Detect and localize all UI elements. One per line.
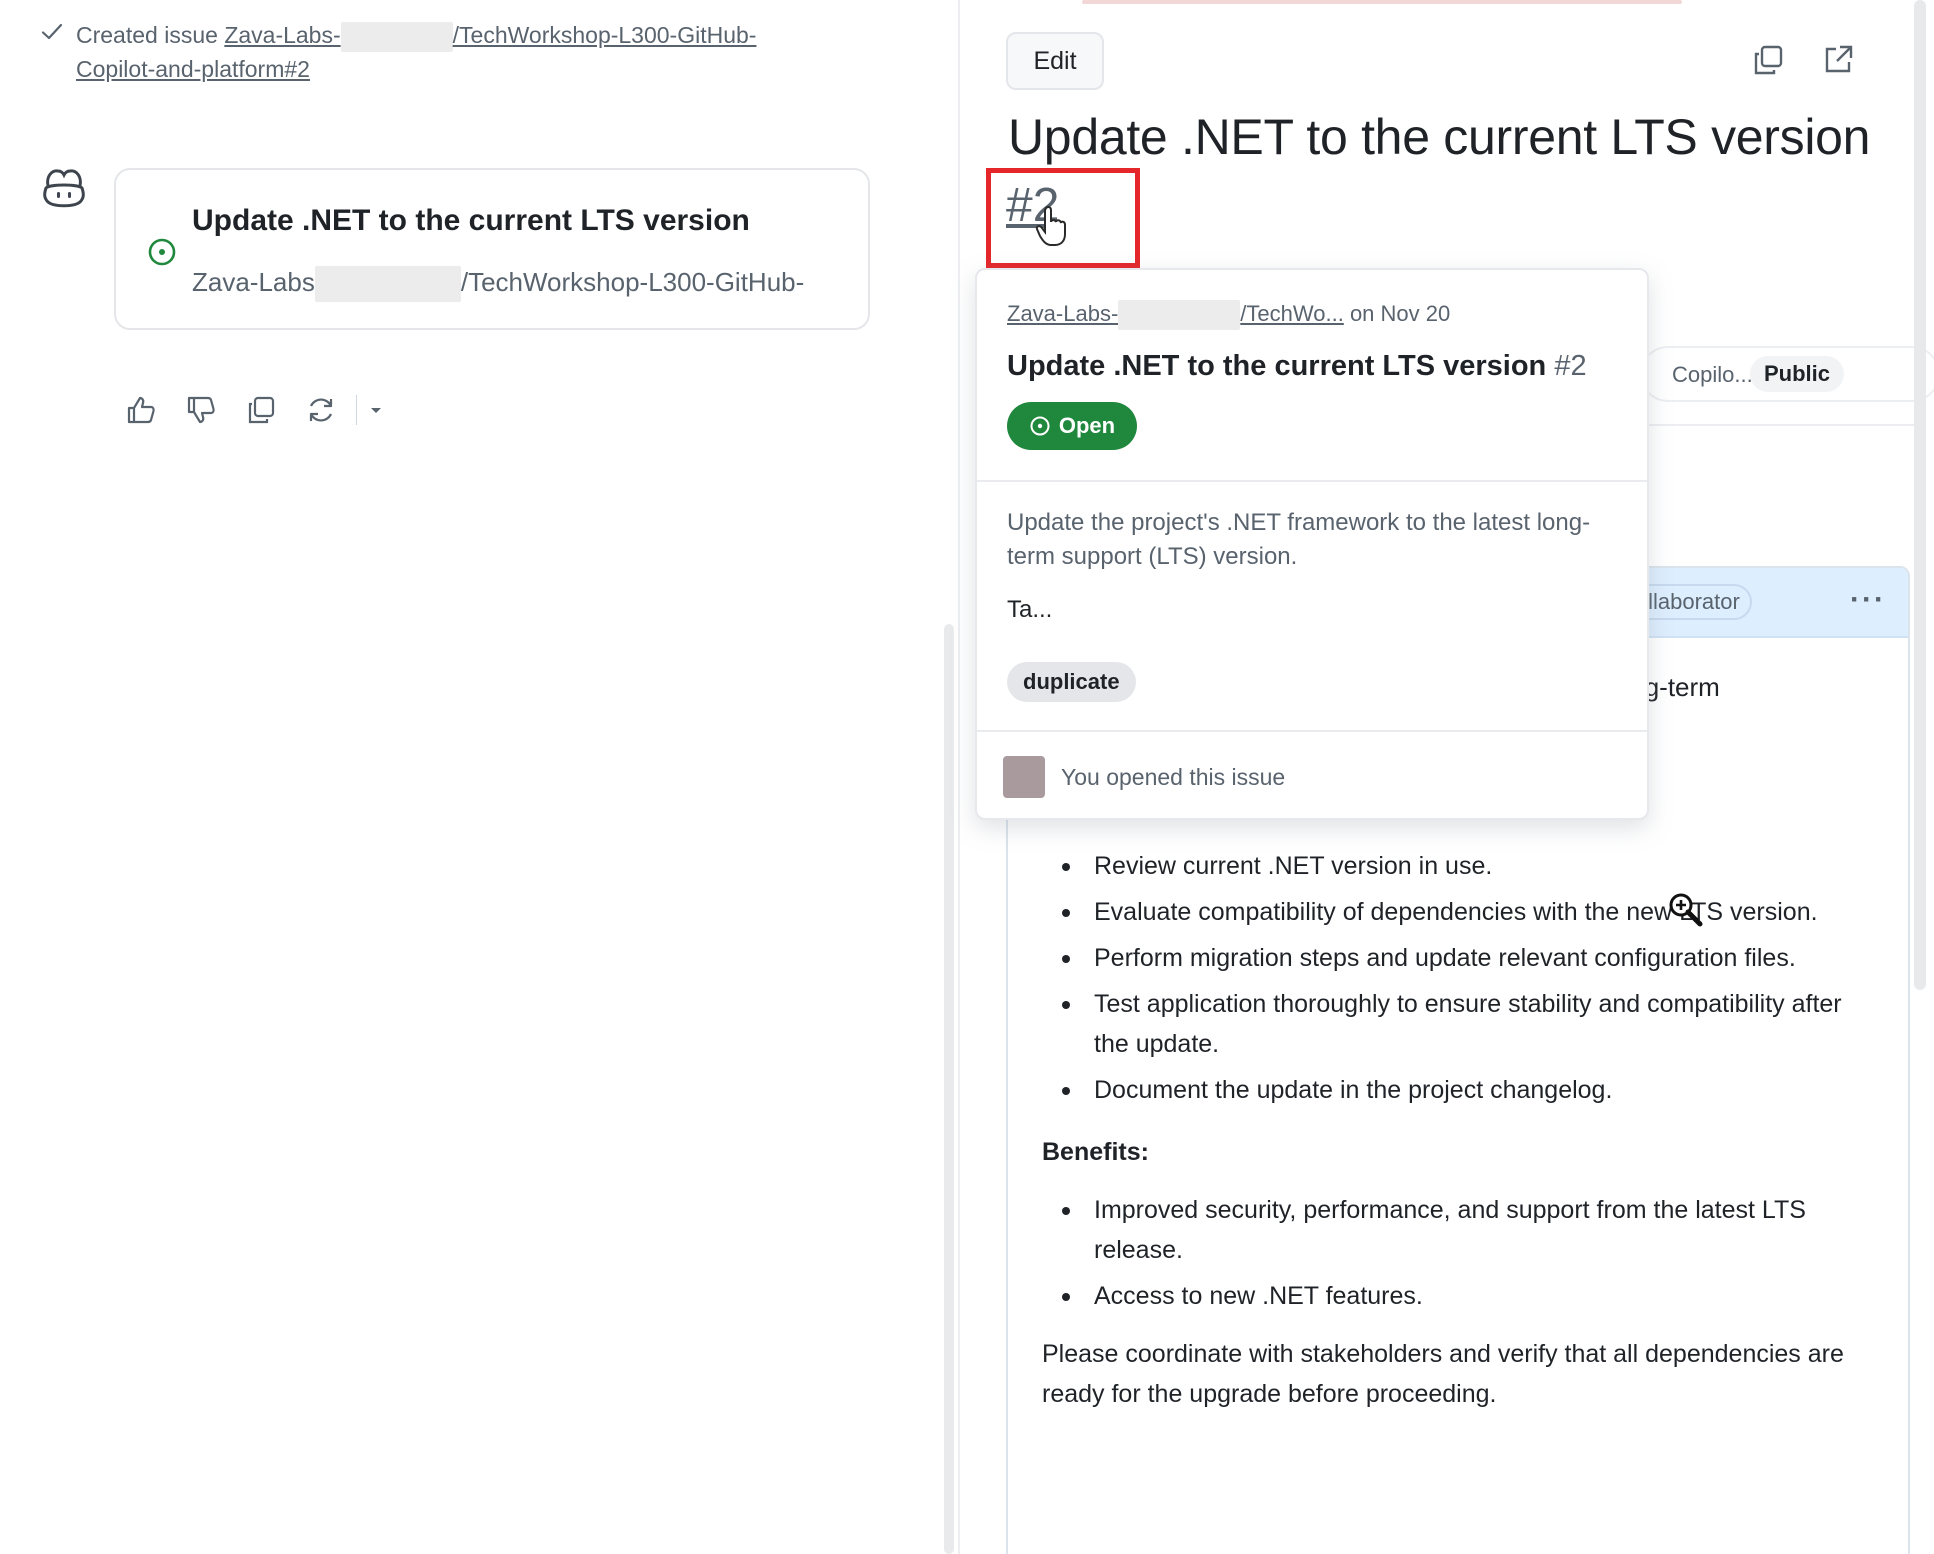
redacted-block: [314, 266, 461, 302]
thumbs-down-icon[interactable]: [184, 393, 218, 427]
thumbs-up-icon[interactable]: [124, 393, 158, 427]
copilot-icon: [43, 169, 85, 208]
left-scrollbar[interactable]: [944, 624, 954, 1554]
hovercard-repo-link[interactable]: Zava-Labs-/TechWo...: [1007, 300, 1344, 330]
hovercard-description: Update the project's .NET framework to t…: [1007, 509, 1591, 570]
chat-pane: Created issue Zava-Labs-/TechWorkshop-L3…: [0, 0, 945, 1554]
hovercard-header: Zava-Labs-/TechWo... on Nov 20 Update .N…: [977, 270, 1647, 482]
list-item: Improved security, performance, and supp…: [1042, 1190, 1862, 1270]
response-actions: [124, 388, 385, 432]
list-item: Perform migration steps and update relev…: [1042, 938, 1862, 978]
check-icon: [41, 23, 63, 40]
copy-icon[interactable]: [244, 393, 278, 427]
meta-repo-text: Copilo...: [1672, 362, 1753, 387]
redacted-block: [1118, 300, 1241, 330]
closing-paragraph: Please coordinate with stakeholders and …: [1042, 1340, 1844, 1408]
copy-icon[interactable]: [1750, 42, 1786, 78]
retry-icon[interactable]: [304, 393, 338, 427]
hovercard-footer-divider: [977, 730, 1647, 732]
list-item: Test application thoroughly to ensure st…: [1042, 984, 1862, 1064]
created-issue-card[interactable]: Update .NET to the current LTS version Z…: [114, 168, 870, 330]
hovercard-repo: Zava-Labs-/TechWo... on Nov 20: [1007, 300, 1450, 330]
right-scrollbar[interactable]: [1914, 0, 1926, 990]
issue-open-icon: [148, 238, 176, 266]
issue-hovercard: Zava-Labs-/TechWo... on Nov 20 Update .N…: [975, 268, 1649, 820]
top-accent-bar: [1082, 0, 1682, 4]
benefits-list: Improved security, performance, and supp…: [1042, 1190, 1862, 1316]
card-repo: Zava-Labs/TechWorkshop-L300-GitHub-: [192, 266, 804, 302]
avatar: [1003, 756, 1045, 798]
tasks-list: Review current .NET version in use. Eval…: [1042, 846, 1862, 1110]
hovercard-footer-text: You opened this issue: [1061, 764, 1286, 790]
meta-divider: [1620, 424, 1920, 426]
label-duplicate[interactable]: duplicate: [1007, 662, 1136, 702]
external-link-icon[interactable]: [1820, 42, 1856, 78]
zoom-in-cursor-icon: [1669, 893, 1703, 927]
visibility-badge: Public: [1750, 356, 1845, 392]
hovercard-date: on Nov 20: [1349, 300, 1451, 326]
created-issue-prefix: Created issue: [76, 22, 218, 48]
open-state-badge: Open: [1007, 402, 1137, 450]
issue-open-icon: [1030, 416, 1050, 436]
hovercard-truncated-text: Ta...: [1007, 596, 1053, 623]
open-state-label: Open: [1058, 413, 1116, 438]
repo-meta-pill: Copilo... Public: [1640, 346, 1934, 402]
list-item: Review current .NET version in use.: [1042, 846, 1862, 886]
caret-down-icon[interactable]: [367, 401, 385, 419]
created-issue-line: Created issue Zava-Labs-/TechWorkshop-L3…: [40, 18, 860, 86]
card-title: Update .NET to the current LTS version: [192, 204, 750, 237]
actions-separator: [356, 395, 357, 425]
more-options-icon[interactable]: ···: [1850, 585, 1886, 615]
issue-body-text: Review current .NET version in use. Eval…: [1042, 846, 1862, 1414]
list-item: Evaluate compatibility of dependencies w…: [1042, 892, 1862, 932]
pointer-hand-icon: [1035, 205, 1066, 246]
hovercard-title[interactable]: Update .NET to the current LTS version #…: [1007, 350, 1587, 383]
hovercard-number: #2: [1554, 350, 1587, 382]
redacted-block: [340, 21, 453, 52]
list-item: Document the update in the project chang…: [1042, 1070, 1862, 1110]
list-item: Access to new .NET features.: [1042, 1276, 1862, 1316]
benefits-heading: Benefits:: [1042, 1138, 1149, 1166]
issue-title: Update .NET to the current LTS version: [1008, 109, 1871, 165]
edit-button[interactable]: Edit: [1006, 32, 1104, 90]
pane-divider[interactable]: [958, 0, 960, 1554]
